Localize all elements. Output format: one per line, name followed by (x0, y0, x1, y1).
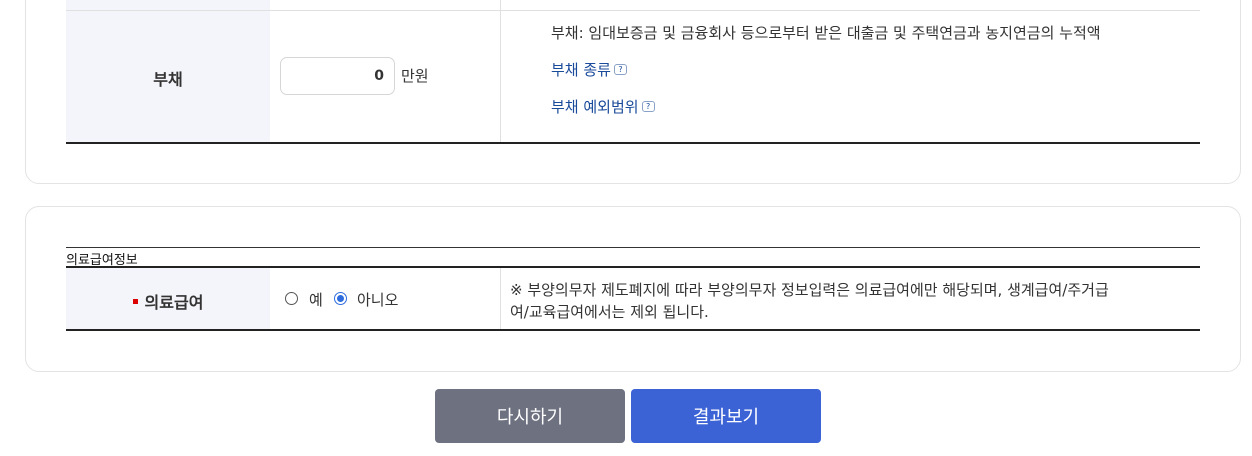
required-icon (132, 299, 138, 304)
debt-unit: 만원 (401, 67, 429, 85)
medical-benefit-label: 의료급여 (66, 289, 270, 313)
debt-label: 부채 (153, 70, 183, 89)
medical-note: ※ 부양의무자 제도폐지에 따라 부양의무자 정보입력은 의료급여에만 해당되며… (510, 279, 1190, 323)
row-divider-top (66, 10, 1200, 11)
table-bottom-border (66, 329, 1200, 331)
view-result-button[interactable]: 결과보기 (631, 389, 821, 443)
help-icon: ? (613, 64, 627, 75)
radio-no[interactable] (334, 292, 347, 305)
medical-benefit-label-text: 의료급여 (144, 293, 204, 312)
medical-note-line1: ※ 부양의무자 제도폐지에 따라 부양의무자 정보입력은 의료급여에만 해당되며… (510, 281, 1109, 299)
medical-note-line2: 여/교육급여에서는 제외 됩니다. (510, 303, 709, 321)
column-divider (500, 268, 501, 330)
debt-amount-input[interactable] (280, 57, 395, 95)
table-bottom-border (66, 142, 1200, 144)
radio-yes[interactable] (285, 292, 298, 305)
help-icon: ? (641, 101, 655, 112)
debt-description: 부채: 임대보증금 및 금융회사 등으로부터 받은 대출금 및 주택연금과 농지… (551, 24, 1101, 42)
debt-exceptions-link-label: 부채 예외범위 (551, 98, 639, 116)
radio-yes-label[interactable]: 예 (309, 289, 323, 310)
section-top-line (66, 247, 1200, 248)
radio-no-label[interactable]: 아니오 (357, 289, 398, 310)
debt-types-link-label: 부채 종류 (551, 61, 611, 79)
debt-types-link[interactable]: 부채 종류? (551, 59, 627, 80)
reset-button[interactable]: 다시하기 (435, 389, 625, 443)
column-divider (500, 0, 501, 142)
debt-exceptions-link[interactable]: 부채 예외범위? (551, 96, 655, 117)
